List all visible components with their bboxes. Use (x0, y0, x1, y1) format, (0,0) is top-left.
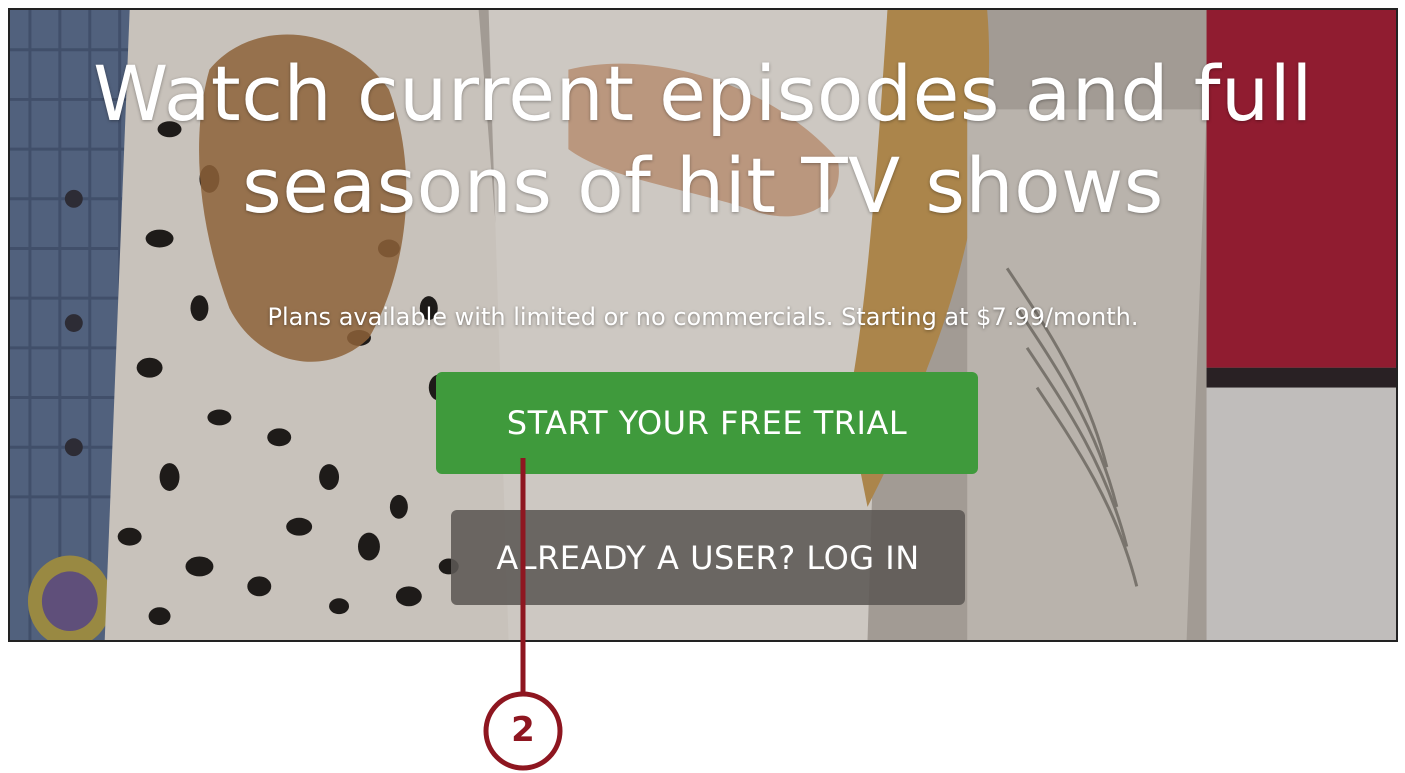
headline-line-2: seasons of hit TV shows (242, 141, 1164, 230)
hero-screenshot: Watch current episodes and full seasons … (8, 8, 1398, 642)
start-free-trial-button[interactable]: START YOUR FREE TRIAL (436, 372, 978, 474)
login-button[interactable]: ALREADY A USER? LOG IN (451, 510, 965, 605)
page: Watch current episodes and full seasons … (0, 0, 1405, 773)
callout-number: 2 (511, 710, 535, 750)
hero-headline: Watch current episodes and full seasons … (10, 48, 1396, 232)
hero-subheadline: Plans available with limited or no comme… (267, 303, 1139, 331)
headline-line-1: Watch current episodes and full (93, 49, 1313, 138)
